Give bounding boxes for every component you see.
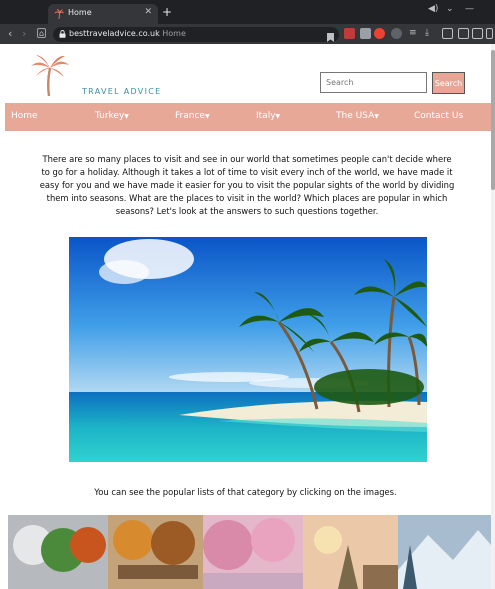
seasons-category-images[interactable] <box>8 515 491 589</box>
main-nav: Home Turkey▼ France▼ Italy▼ The USA▼ Con… <box>5 103 491 131</box>
nav-contact[interactable]: Contact Us <box>414 111 463 121</box>
palm-logo-icon <box>31 55 69 96</box>
address-bar[interactable]: besttraveladvice.co.uk Home <box>53 27 339 42</box>
search-button[interactable]: Search <box>432 72 465 94</box>
caret-down-icon: ▼ <box>374 113 379 120</box>
nav-usa[interactable]: The USA▼ <box>336 111 379 121</box>
profile-icon[interactable] <box>486 28 493 39</box>
search-input[interactable] <box>320 72 427 93</box>
extensions-icon[interactable] <box>458 28 469 39</box>
browser-toolbar: ‹ › ⌂ besttraveladvice.co.uk Home ≡ ⤓ <box>0 24 495 44</box>
site-logo[interactable]: TRAVEL ADVICE <box>30 54 160 96</box>
side-panel-icon[interactable] <box>472 28 483 39</box>
caret-down-icon: ▼ <box>204 113 210 120</box>
nav-italy-label: Italy <box>256 111 276 121</box>
nav-home[interactable]: Home <box>11 111 38 121</box>
chevron-down-icon[interactable]: ⌄ <box>446 4 454 14</box>
nav-home-label: Home <box>11 111 38 121</box>
extension-shield-icon[interactable] <box>344 28 355 39</box>
nav-usa-label: The USA <box>336 111 375 121</box>
logo-text: TRAVEL ADVICE <box>82 87 162 96</box>
browser-tab-home[interactable]: Home ✕ <box>48 4 158 24</box>
nav-turkey[interactable]: Turkey▼ <box>95 111 129 121</box>
download-icon[interactable]: ⤓ <box>425 28 436 39</box>
nav-france[interactable]: France▼ <box>175 111 210 121</box>
close-tab-icon[interactable]: ✕ <box>144 7 152 17</box>
forward-icon[interactable]: › <box>22 27 26 41</box>
nav-italy[interactable]: Italy▼ <box>256 111 280 121</box>
url-text: besttraveladvice.co.uk Home <box>69 29 186 38</box>
audio-icon[interactable]: ◀) <box>428 4 438 14</box>
palm-favicon-icon <box>54 9 64 19</box>
nav-contact-label: Contact Us <box>414 111 464 121</box>
minimize-icon[interactable]: — <box>465 4 474 14</box>
page-scrollbar[interactable] <box>491 44 495 589</box>
scrollbar-thumb[interactable] <box>491 50 495 190</box>
reading-list-icon[interactable]: ≡ <box>409 28 420 39</box>
extension-puzzle-icon[interactable] <box>391 28 402 39</box>
nav-france-label: France <box>175 111 205 121</box>
new-tab-icon[interactable]: + <box>162 5 172 19</box>
extension-record-icon[interactable] <box>374 28 385 39</box>
caret-down-icon: ▼ <box>275 113 281 120</box>
nav-turkey-label: Turkey <box>95 111 125 121</box>
beach-hero-image <box>69 237 427 462</box>
caret-down-icon: ▼ <box>124 113 129 120</box>
bookmark-icon[interactable] <box>325 28 336 42</box>
browser-tab-bar: Home ✕ + ◀) ⌄ — <box>0 0 495 24</box>
category-caption: You can see the popular lists of that ca… <box>94 487 397 497</box>
lock-icon <box>59 30 66 38</box>
tab-title: Home <box>68 8 92 17</box>
back-icon[interactable]: ‹ <box>8 27 12 41</box>
extension-doc-icon[interactable] <box>360 28 371 39</box>
home-icon[interactable]: ⌂ <box>37 28 46 38</box>
web-page: TRAVEL ADVICE Search Home Turkey▼ France… <box>0 44 491 589</box>
screenshot-icon[interactable] <box>442 28 453 39</box>
intro-paragraph: There are so many places to visit and se… <box>39 154 455 216</box>
